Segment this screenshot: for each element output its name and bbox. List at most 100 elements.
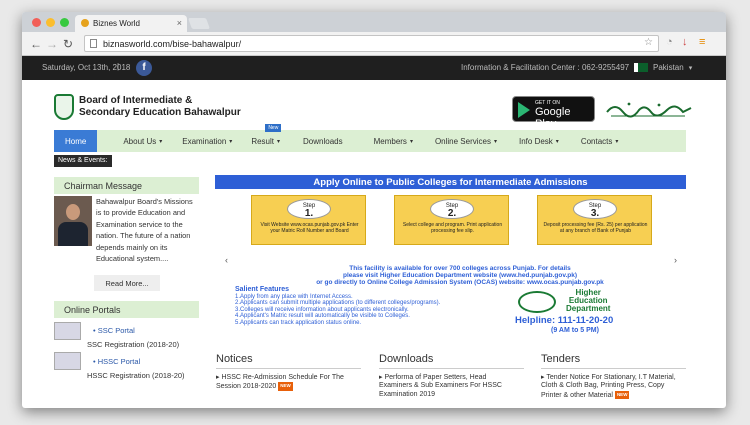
site-favicon-icon: [81, 19, 89, 27]
main-navigation: Home About Us ▾ Examination ▾ New Result ▾ D…: [54, 124, 686, 152]
browser-tab[interactable]: Biznes World ×: [75, 15, 187, 32]
new-badge: New: [265, 124, 282, 132]
nav-examination-label: Examination: [182, 136, 227, 146]
url-input[interactable]: biznasworld.com/bise-bahawalpur/ ☆: [84, 35, 659, 52]
nav-members[interactable]: Members ▾: [374, 130, 413, 152]
ssc-portal-icon: [54, 322, 81, 340]
reload-icon[interactable]: ↻: [63, 37, 73, 51]
nav-home-label: Home: [65, 136, 87, 146]
nav-about-us[interactable]: About Us ▾: [123, 130, 162, 152]
board-name-line1: Board of Intermediate &: [79, 95, 193, 106]
downloads-divider: [379, 368, 524, 369]
nav-home[interactable]: Home: [54, 130, 98, 152]
google-play-button[interactable]: GET IT ON Google Play: [512, 96, 595, 130]
nav-online-services[interactable]: Online Services ▾: [435, 130, 497, 152]
topbar-separator: |: [117, 62, 120, 71]
ssc-portal-link[interactable]: • SSC Portal: [93, 326, 135, 335]
notices-divider: [216, 368, 361, 369]
step-1-badge: Step 1.: [287, 199, 331, 219]
step-1-text: Visit Website www.ocas.punjab.gov.pk Ent…: [260, 222, 359, 234]
tab-title: Biznes World: [93, 19, 140, 28]
step-2-text: Select college and program. Print applic…: [402, 222, 503, 234]
close-window-button[interactable]: [32, 18, 41, 27]
hssc-registration[interactable]: HSSC Registration (2018-20): [87, 371, 185, 380]
nav-contacts[interactable]: Contacts ▾: [581, 130, 619, 152]
news-events-label: News & Events:: [54, 155, 112, 167]
banner-line-1: This facility is available for over 700 …: [349, 265, 571, 272]
country-selector[interactable]: Pakistan ▾: [634, 63, 692, 72]
hed-logo-icon: [518, 291, 556, 313]
site-top-bar: Saturday, Oct 13th, 2018 | f Information…: [22, 56, 726, 80]
banner-line-2: please visit Higher Education Department…: [342, 272, 578, 279]
tenders-divider: [541, 368, 686, 369]
chevron-down-icon: ▾: [615, 138, 619, 145]
step-3-num: 3.: [590, 208, 600, 219]
board-logo-icon[interactable]: [54, 94, 74, 120]
download-extension-icon[interactable]: ↓: [682, 36, 688, 48]
board-name-line2: Secondary Education Bahawalpur: [79, 107, 241, 118]
chevron-down-icon: ▾: [555, 138, 559, 145]
nav-downloads[interactable]: Downloads: [303, 130, 343, 152]
browser-tab-bar: Biznes World ×: [22, 12, 726, 32]
new-tag: NEW: [614, 390, 630, 400]
facebook-icon[interactable]: f: [136, 60, 152, 76]
new-tag: NEW: [278, 382, 293, 391]
salient-item: 5.Applicants can track application statu…: [235, 319, 362, 326]
helpline-hours: (9 AM to 5 PM): [551, 327, 599, 334]
tab-close-icon[interactable]: ×: [177, 18, 182, 28]
tender-item[interactable]: ▸ Tender Notice For Stationary, I.T Mate…: [541, 374, 686, 400]
banner-title: Apply Online to Public Colleges for Inte…: [215, 175, 686, 189]
notices-heading: Notices: [216, 353, 253, 365]
new-tab-button[interactable]: [187, 18, 211, 29]
ssc-registration[interactable]: SSC Registration (2018-20): [87, 340, 179, 349]
notice-item[interactable]: ▸ HSSC Re-Admission Schedule For The Ses…: [216, 374, 356, 392]
forward-arrow-icon[interactable]: →: [46, 37, 58, 51]
bookmark-star-icon[interactable]: ☆: [644, 37, 653, 48]
maximize-window-button[interactable]: [60, 18, 69, 27]
chevron-down-icon: ▾: [277, 138, 281, 145]
download-item-text: Performa of Paper Setters, Head Examiner…: [379, 374, 502, 398]
window-controls: [32, 18, 69, 27]
browser-menu-icon[interactable]: ≡: [699, 36, 705, 48]
gplay-big-text: Google Play: [535, 106, 571, 130]
hed-line3: Department: [566, 304, 611, 313]
slider-prev-icon[interactable]: ‹: [225, 255, 228, 265]
site-header: Board of Intermediate & Secondary Educat…: [22, 80, 726, 130]
nav-online-services-label: Online Services: [434, 136, 491, 146]
nav-info-desk[interactable]: Info Desk ▾: [519, 130, 559, 152]
minimize-window-button[interactable]: [46, 18, 55, 27]
chairman-face: [66, 204, 80, 220]
hssc-portal-icon: [54, 352, 81, 370]
step-1-num: 1.: [304, 208, 314, 219]
chevron-down-icon: ▾: [159, 138, 163, 145]
chairman-message-text: Bahawalpur Board's Missions is to provid…: [96, 197, 193, 264]
slider-next-icon[interactable]: ›: [674, 255, 677, 265]
country-label: Pakistan: [653, 63, 684, 72]
read-more-button[interactable]: Read More...: [94, 275, 160, 291]
play-store-icon: [518, 102, 530, 118]
board-name[interactable]: Board of Intermediate & Secondary Educat…: [79, 95, 241, 119]
tenders-heading: Tenders: [541, 353, 581, 365]
step-2-card: Step 2. Select college and program. Print…: [394, 195, 509, 245]
back-arrow-icon[interactable]: ←: [30, 37, 42, 51]
step-2-num: 2.: [447, 208, 457, 219]
chevron-down-icon: ▾: [229, 138, 233, 145]
banner-line-3: or go directly to Online College Admissi…: [316, 279, 604, 286]
nav-contacts-label: Contacts: [580, 136, 613, 146]
hed-name: Higher Education Department: [566, 289, 610, 313]
nav-downloads-label: Downloads: [303, 136, 343, 146]
online-portals-heading: Online Portals: [54, 301, 199, 318]
nav-examination[interactable]: Examination ▾: [182, 130, 232, 152]
chairman-photo: [54, 196, 92, 246]
step-3-text: Deposit processing fee (Rs. 25) per appl…: [543, 222, 648, 234]
hssc-portal-link[interactable]: • HSSC Portal: [93, 357, 140, 366]
nav-result[interactable]: New Result ▾: [251, 124, 282, 152]
download-item[interactable]: ▸ Performa of Paper Setters, Head Examin…: [379, 374, 519, 399]
admissions-banner[interactable]: Apply Online to Public Colleges for Inte…: [215, 175, 686, 337]
nav-info-desk-label: Info Desk: [519, 136, 553, 146]
salient-features: Salient Features 1.Apply from any place …: [235, 286, 505, 326]
chevron-down-icon: ▾: [493, 138, 497, 145]
extension-icon[interactable]: ◔: [666, 36, 673, 48]
chevron-down-icon: ▾: [409, 138, 413, 145]
facilitation-center-info: Information & Facilitation Center : 062-…: [461, 63, 630, 72]
